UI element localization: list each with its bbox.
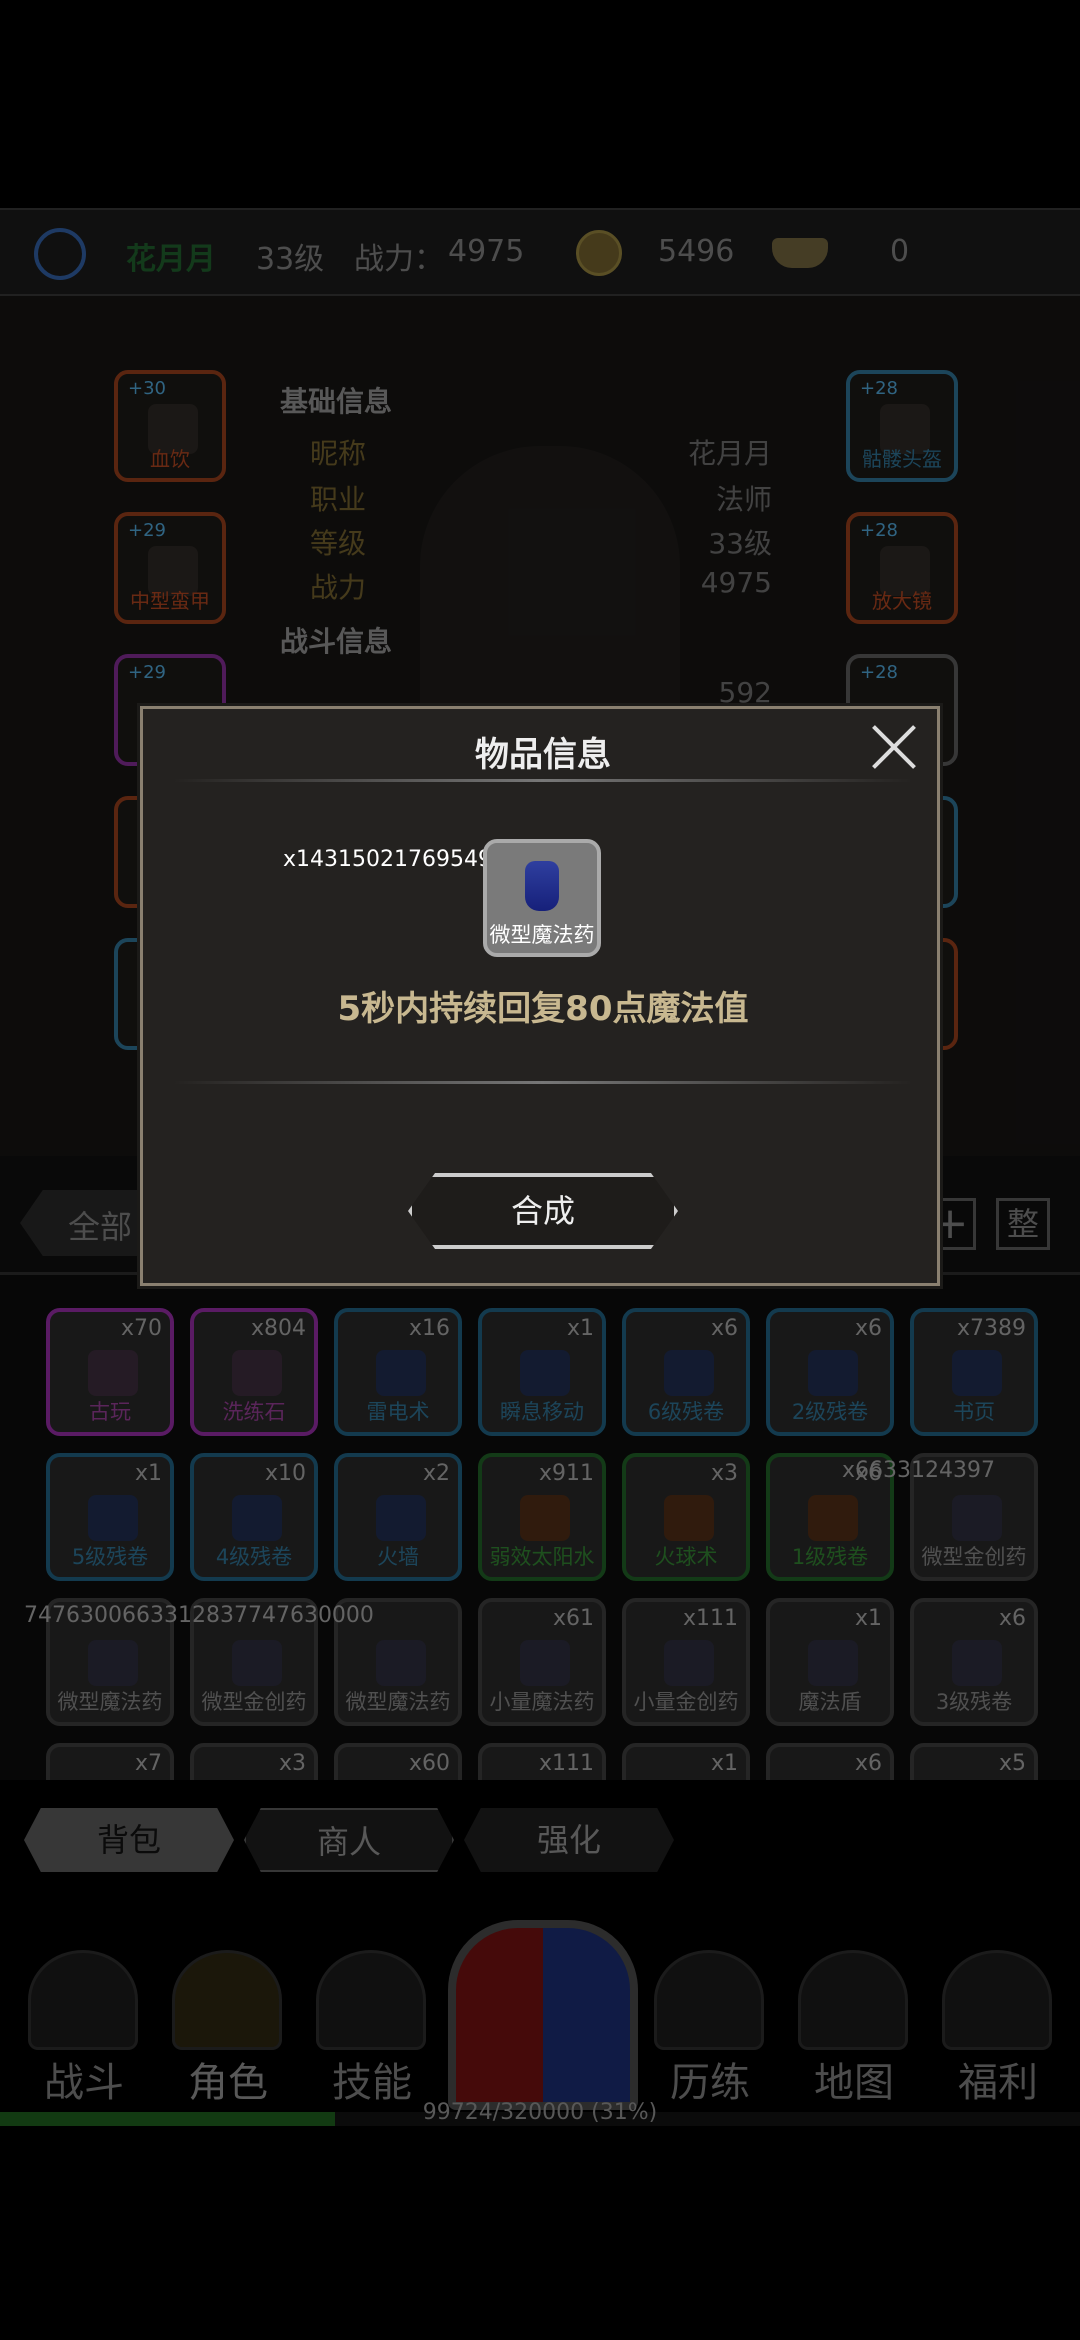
dialog-title: 物品信息	[475, 735, 611, 775]
item-description: 5秒内持续回复80点魔法值	[337, 989, 749, 1029]
dialog-divider-top	[173, 779, 913, 782]
dialog-divider-bottom	[173, 1081, 913, 1084]
potion-icon	[525, 861, 559, 911]
close-icon[interactable]	[869, 723, 919, 773]
combine-button[interactable]: 合成	[408, 1173, 678, 1249]
item-slot: 微型魔法药	[483, 839, 601, 957]
item-name: 微型魔法药	[489, 923, 595, 947]
item-info-dialog: 物品信息 x143150217695495260000 微型魔法药 5秒内持续回…	[140, 706, 940, 1286]
combine-label: 合成	[510, 1192, 575, 1230]
